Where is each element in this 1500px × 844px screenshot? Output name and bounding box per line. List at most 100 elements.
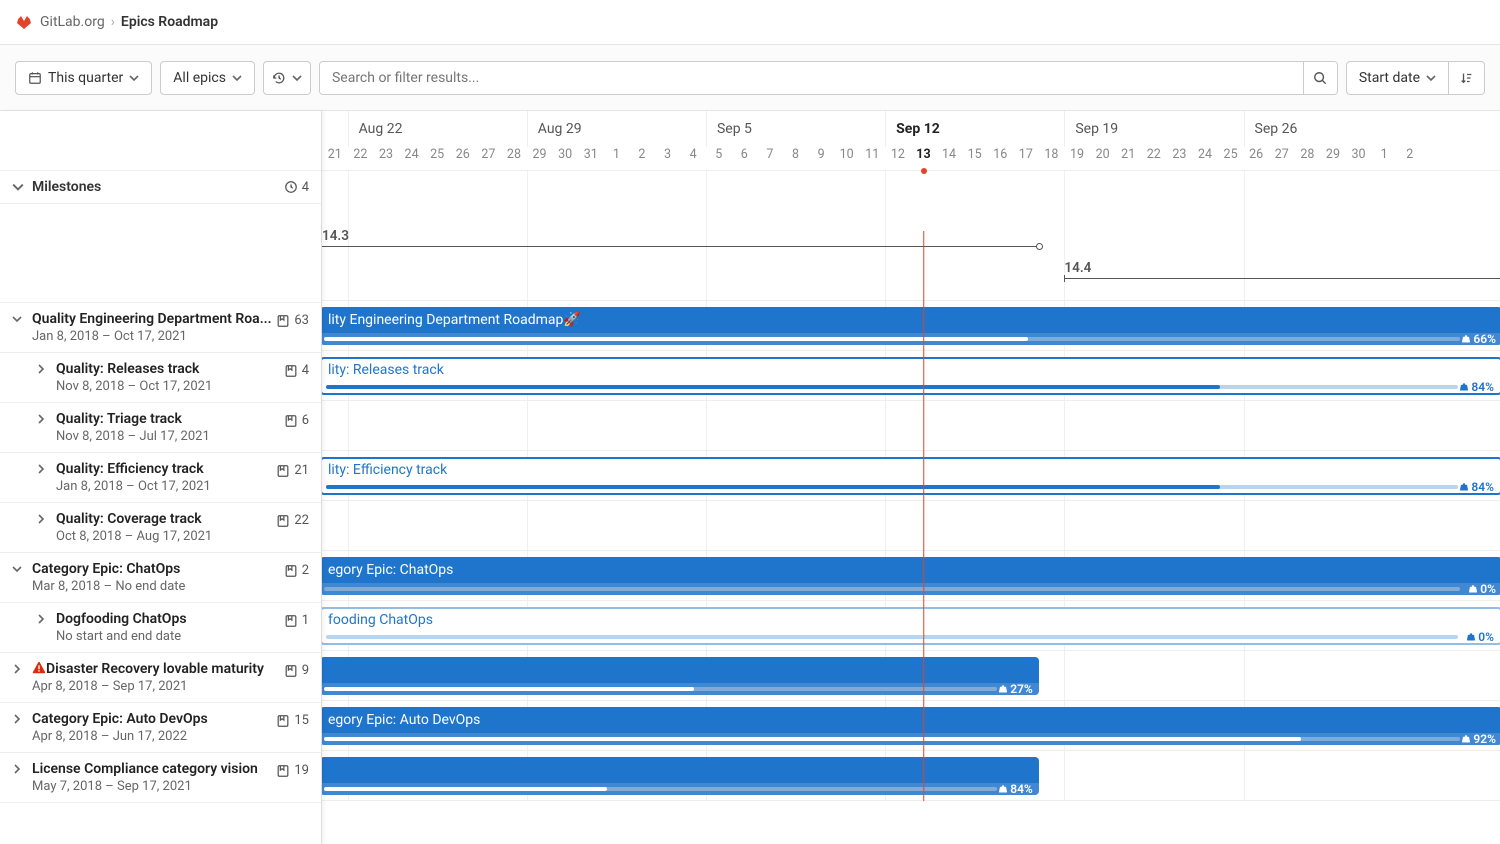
toolbar: This quarter All epics Start date [0, 45, 1500, 111]
epic-row[interactable]: Disaster Recovery lovable maturity Apr 8… [0, 653, 321, 703]
timeline-week-header [322, 111, 348, 147]
epic-bar[interactable]: fooding ChatOps 0% [322, 607, 1500, 645]
epic-row[interactable]: Quality: Efficiency track Jan 8, 2018 – … [0, 453, 321, 503]
epic-progress-track [324, 687, 997, 691]
epic-filter-dropdown[interactable]: All epics [160, 61, 255, 95]
epic-icon [276, 714, 290, 728]
epic-weight: 92% [1461, 732, 1496, 745]
epic-child-count: 22 [276, 511, 309, 528]
epic-progress-track [326, 485, 1458, 489]
epic-name: Quality: Efficiency track [56, 461, 276, 477]
clock-icon [284, 180, 298, 194]
epic-icon [276, 764, 290, 778]
epic-bar[interactable]: egory Epic: Auto DevOps 92% [322, 707, 1500, 745]
timeline-day-header: 11 [859, 147, 885, 171]
epic-name: Quality: Triage track [56, 411, 284, 427]
epic-child-count: 21 [276, 461, 309, 478]
date-range-dropdown[interactable]: This quarter [15, 61, 152, 95]
timeline-day-header: 25 [1218, 147, 1244, 171]
epic-bar[interactable]: lity: Releases track 84% [322, 357, 1500, 395]
timeline-day-header: 3 [655, 147, 681, 171]
timeline-day-header: 25 [424, 147, 450, 171]
sidebar: Milestones 4 Quality Engineering Departm… [0, 111, 322, 844]
timeline-day-header: 4 [680, 147, 706, 171]
epic-bar[interactable]: 84% [322, 757, 1039, 795]
sort-direction-button[interactable] [1449, 61, 1485, 95]
chevron-right-icon[interactable] [12, 661, 32, 674]
epic-row[interactable]: Quality: Coverage track Oct 8, 2018 – Au… [0, 503, 321, 553]
epic-name: Category Epic: ChatOps [32, 561, 284, 577]
timeline-day-header: 29 [1320, 147, 1346, 171]
chevron-right-icon[interactable] [36, 511, 56, 524]
chevron-down-icon [232, 75, 242, 81]
search-input[interactable] [320, 62, 1303, 94]
history-icon [272, 71, 286, 85]
chevron-down-icon[interactable] [12, 311, 32, 324]
history-dropdown[interactable] [263, 61, 311, 95]
timeline-week-header: Sep 26 [1244, 111, 1423, 147]
epic-progress-fill [324, 737, 1301, 741]
chevron-right-icon[interactable] [12, 761, 32, 774]
chevron-right-icon[interactable] [36, 461, 56, 474]
calendar-icon [28, 71, 42, 85]
epic-name: Quality: Releases track [56, 361, 284, 377]
epic-dates: Nov 8, 2018 – Oct 17, 2021 [56, 379, 284, 394]
chevron-right-icon[interactable] [12, 711, 32, 724]
search-icon [1313, 71, 1327, 85]
epic-child-count: 4 [284, 361, 309, 378]
chevron-right-icon[interactable] [36, 411, 56, 424]
epic-dates: Jan 8, 2018 – Oct 17, 2021 [32, 329, 276, 344]
timeline-row: 84% [322, 751, 1500, 801]
epic-bar[interactable]: lity: Efficiency track 84% [322, 457, 1500, 495]
chevron-right-icon[interactable] [36, 611, 56, 624]
sort-dropdown[interactable]: Start date [1346, 61, 1449, 95]
epic-progress-track [324, 737, 1460, 741]
milestones-count: 4 [284, 180, 309, 195]
epic-bar[interactable]: lity Engineering Department Roadmap🚀 66% [322, 307, 1500, 345]
chevron-down-icon [12, 181, 32, 193]
epic-name: License Compliance category vision [32, 761, 276, 777]
epic-bar-title [322, 757, 1039, 783]
epic-weight: 27% [998, 682, 1033, 695]
breadcrumb-org[interactable]: GitLab.org [40, 14, 105, 30]
epic-row[interactable]: License Compliance category vision May 7… [0, 753, 321, 803]
search-container [319, 61, 1338, 95]
timeline-day-header: 28 [1295, 147, 1321, 171]
search-button[interactable] [1303, 62, 1337, 94]
epic-bar[interactable]: 27% [322, 657, 1039, 695]
epic-bar-title: egory Epic: Auto DevOps [322, 707, 1500, 733]
epic-name: Quality: Coverage track [56, 511, 276, 527]
timeline-day-header: 12 [885, 147, 911, 171]
milestone-marker[interactable]: 14.4 [1064, 278, 1500, 298]
epic-icon [284, 614, 298, 628]
chevron-down-icon[interactable] [12, 561, 32, 574]
epic-child-count: 63 [276, 311, 309, 328]
epic-child-count: 19 [276, 761, 309, 778]
epic-row[interactable]: Category Epic: Auto DevOps Apr 8, 2018 –… [0, 703, 321, 753]
epic-name: Dogfooding ChatOps [56, 611, 284, 627]
epic-row[interactable]: Quality: Triage track Nov 8, 2018 – Jul … [0, 403, 321, 453]
epic-row[interactable]: Dogfooding ChatOps No start and end date… [0, 603, 321, 653]
epic-row[interactable]: Quality Engineering Department Roa... Ja… [0, 303, 321, 353]
timeline-day-header: 5 [706, 147, 732, 171]
timeline-row [322, 401, 1500, 451]
timeline-week-header: Sep 5 [706, 111, 885, 147]
milestone-marker[interactable]: 14.3 [322, 246, 1039, 266]
timeline-day-header: 10 [834, 147, 860, 171]
epic-progress-fill [324, 687, 694, 691]
epic-filter-label: All epics [173, 70, 226, 86]
chevron-right-icon[interactable] [36, 361, 56, 374]
epic-progress-fill [324, 787, 607, 791]
epic-icon [276, 514, 290, 528]
epic-row[interactable]: Category Epic: ChatOps Mar 8, 2018 – No … [0, 553, 321, 603]
epic-bar[interactable]: egory Epic: ChatOps 0% [322, 557, 1500, 595]
timeline-day-header: 9 [808, 147, 834, 171]
timeline-row [322, 501, 1500, 551]
epic-child-count: 2 [284, 561, 309, 578]
timeline[interactable]: Aug 22Aug 29Sep 5Sep 12Sep 19Sep 26 2122… [322, 111, 1500, 844]
milestones-header[interactable]: Milestones 4 [0, 171, 321, 204]
epic-row[interactable]: Quality: Releases track Nov 8, 2018 – Oc… [0, 353, 321, 403]
timeline-day-header: 27 [1269, 147, 1295, 171]
timeline-day-header: 1 [1371, 147, 1397, 171]
confidential-icon [32, 661, 46, 675]
